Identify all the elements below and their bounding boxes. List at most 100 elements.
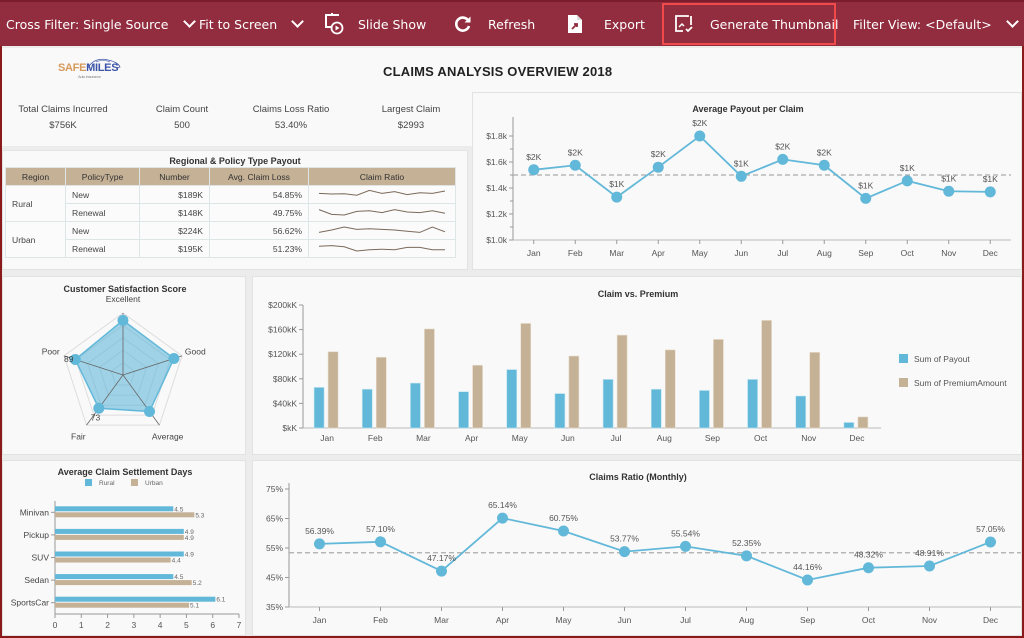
- legend-swatch: [85, 479, 92, 486]
- legend-label: Urban: [145, 480, 163, 487]
- bar-urban: [55, 512, 195, 518]
- x-tick-label: Feb: [568, 248, 583, 258]
- filter-view-label: Filter View: <Default>: [853, 16, 992, 32]
- x-tick-label: Nov: [941, 248, 957, 258]
- avg-payout-panel: Average Payout per Claim $1.0k $1.2k $1.4k…: [472, 92, 1022, 270]
- data-point: [863, 562, 874, 574]
- data-label: 4.9: [185, 552, 194, 559]
- data-point: [735, 170, 747, 182]
- data-label: $1K: [941, 173, 956, 183]
- region-cell: Urban: [5, 221, 66, 258]
- column-header: Region: [5, 167, 66, 186]
- y-tick-label: SUV: [32, 553, 50, 563]
- bar-sum-of-payout: [699, 390, 710, 429]
- data-point: [314, 538, 325, 550]
- radar-category-label: Poor: [42, 347, 60, 357]
- data-label: $2K: [568, 147, 583, 157]
- bar-sum-of-payout: [843, 422, 855, 429]
- refresh-button[interactable]: Refresh: [454, 2, 535, 46]
- y-tick-label: $1.6k: [486, 157, 508, 167]
- data-label: 44.16%: [793, 562, 822, 572]
- legend-label: Sum of Payout: [914, 354, 970, 364]
- bar-sum-of-payout: [602, 379, 614, 429]
- radar-category-label: Good: [185, 347, 206, 357]
- avg-loss-cell: 56.62%: [209, 221, 309, 240]
- x-tick-label: Feb: [368, 433, 383, 443]
- y-tick-label: 75%: [266, 484, 283, 494]
- x-tick-label: Dec: [849, 433, 865, 443]
- sparkline-path: [318, 244, 445, 252]
- sparkline-path: [318, 208, 446, 216]
- kpi-value: $2993: [397, 120, 425, 131]
- slide-show-button[interactable]: Slide Show: [322, 2, 426, 46]
- page-title: CLAIMS ANALYSIS OVERVIEW 2018: [383, 64, 613, 79]
- x-tick-label: Aug: [817, 248, 832, 258]
- y-tick-label: 65%: [266, 514, 283, 524]
- x-tick-label: Nov: [922, 615, 938, 625]
- x-tick-label: 3: [131, 620, 136, 630]
- x-tick-label: 2: [105, 620, 110, 630]
- x-tick-label: Feb: [373, 615, 388, 625]
- data-label: $2K: [526, 152, 541, 162]
- bar-urban: [55, 580, 192, 586]
- kpi-loss-ratio: Claims Loss Ratio 53.40%: [231, 104, 351, 131]
- table-header-row: Region PolicyType Number Avg. Claim Loss…: [5, 167, 456, 186]
- sparkline: [318, 244, 445, 252]
- x-tick-label: Apr: [652, 248, 665, 258]
- kpi-label: Claim Count: [155, 104, 209, 115]
- x-tick-label: Jun: [618, 615, 632, 625]
- bar-sum-of-payout: [458, 391, 469, 429]
- x-tick-label: 4: [158, 620, 163, 630]
- satisfaction-panel: Customer Satisfaction Score Excellent Goo…: [2, 276, 246, 455]
- kpi-label: Total Claims Incurred: [18, 104, 108, 115]
- bar-sum-of-payout: [313, 387, 325, 429]
- data-label: 52.35%: [732, 538, 761, 548]
- x-tick-label: 0: [53, 620, 58, 630]
- number-cell: $224K: [139, 221, 210, 240]
- data-label: 4.9: [185, 535, 194, 542]
- bar-sum-of-premiumamount: [424, 328, 435, 429]
- sparkline-cell: [308, 221, 456, 240]
- y-tick-label: SportsCar: [11, 598, 49, 608]
- cross-filter-dropdown[interactable]: Cross Filter: Single Source: [6, 2, 196, 46]
- sparkline-cell: [308, 239, 456, 258]
- chevron-down-icon: [182, 15, 196, 28]
- avg-payout-chart: Average Payout per Claim $1.0k $1.2k $1.4k…: [486, 104, 1011, 258]
- data-label: $1K: [609, 179, 624, 189]
- data-point: [818, 159, 830, 171]
- filter-view-dropdown[interactable]: Filter View: <Default>: [853, 2, 1019, 46]
- x-tick-label: Jul: [777, 248, 788, 258]
- y-tick-label: $120kK: [268, 349, 297, 359]
- x-tick-label: 5: [184, 620, 189, 630]
- export-button[interactable]: Export: [566, 2, 645, 46]
- number-cell: $195K: [139, 239, 210, 258]
- generate-thumbnail-button[interactable]: Generate Thumbnail: [662, 3, 838, 45]
- x-tick-label: Jul: [680, 615, 691, 625]
- y-tick-label: $80kK: [273, 374, 297, 384]
- radar-axis-label: 89: [64, 354, 74, 364]
- chart-title: Average Claim Settlement Days: [58, 467, 193, 477]
- data-label: 65.14%: [488, 500, 517, 510]
- data-label: $1K: [734, 158, 749, 168]
- claim-vs-premium-chart: Claim vs. Premium $kK $40kK $80kK $120kK $16…: [268, 289, 1007, 443]
- x-tick-label: Mar: [609, 248, 624, 258]
- column-header: Number: [139, 167, 210, 186]
- policy-cell: Renewal: [65, 239, 140, 258]
- x-tick-label: Mar: [416, 433, 431, 443]
- y-tick-label: 55%: [266, 543, 283, 553]
- claims-ratio-panel: Claims Ratio (Monthly) 35% 45% 55% 65% 75% Ja…: [252, 460, 1022, 636]
- data-point: [375, 536, 386, 548]
- column-header: Avg. Claim Loss: [209, 167, 309, 186]
- x-tick-label: Jun: [561, 433, 575, 443]
- data-point: [497, 512, 508, 524]
- kpi-value: 53.40%: [274, 120, 308, 131]
- data-label: 5.1: [190, 603, 199, 610]
- data-point: [528, 164, 540, 176]
- y-tick-label: Minivan: [20, 507, 50, 517]
- bar-sum-of-premiumamount: [616, 334, 628, 429]
- table-row: Urban New $224K 56.62%: [5, 221, 456, 258]
- bar-sum-of-premiumamount: [664, 349, 676, 429]
- data-point: [652, 161, 664, 173]
- fit-to-screen-dropdown[interactable]: Fit to Screen: [199, 2, 304, 46]
- data-label: 4.4: [172, 558, 181, 565]
